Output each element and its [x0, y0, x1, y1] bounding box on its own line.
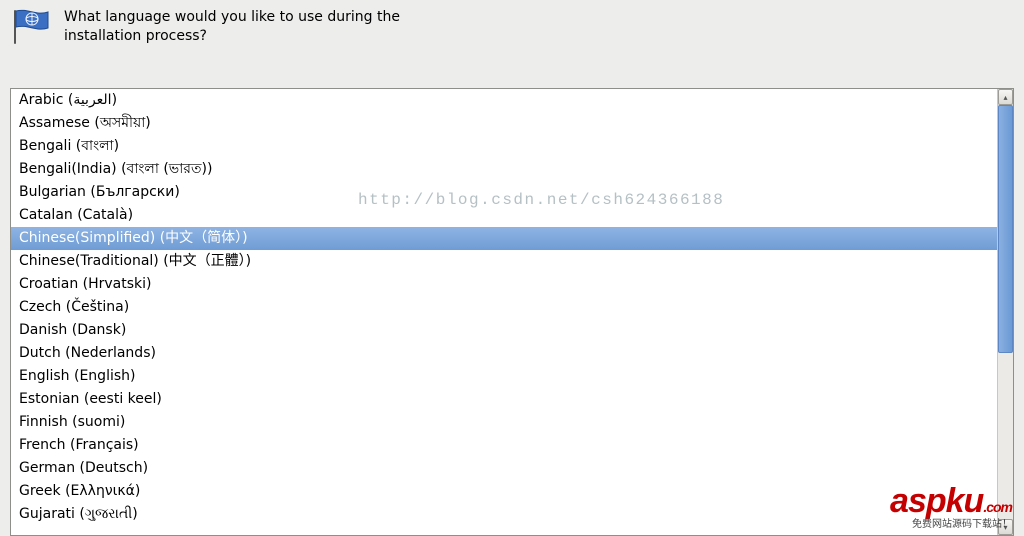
language-option[interactable]: English (English) — [11, 365, 997, 388]
language-question-text: What language would you like to use duri… — [64, 6, 404, 46]
scroll-down-button[interactable]: ▾ — [998, 519, 1013, 535]
language-option[interactable]: French (Français) — [11, 434, 997, 457]
language-option[interactable]: Bengali(India) (বাংলা (ভারত)) — [11, 158, 997, 181]
language-option[interactable]: Danish (Dansk) — [11, 319, 997, 342]
language-option[interactable]: Gujarati (ગુજરાતી) — [11, 503, 997, 526]
language-option[interactable]: Estonian (eesti keel) — [11, 388, 997, 411]
language-list-viewport[interactable]: Arabic (العربية)Assamese (অসমীয়া)Bengal… — [11, 89, 997, 535]
language-option[interactable]: Chinese(Traditional) (中文（正體）) — [11, 250, 997, 273]
installer-header: What language would you like to use duri… — [0, 0, 1024, 58]
language-list-frame: Arabic (العربية)Assamese (অসমীয়া)Bengal… — [10, 88, 1014, 536]
language-option[interactable]: Dutch (Nederlands) — [11, 342, 997, 365]
scroll-thumb[interactable] — [998, 105, 1013, 353]
language-option[interactable]: Croatian (Hrvatski) — [11, 273, 997, 296]
language-option[interactable]: Czech (Čeština) — [11, 296, 997, 319]
scroll-track[interactable] — [998, 105, 1013, 519]
language-option[interactable]: Arabic (العربية) — [11, 89, 997, 112]
language-list: Arabic (العربية)Assamese (অসমীয়া)Bengal… — [11, 89, 997, 526]
language-option[interactable]: Finnish (suomi) — [11, 411, 997, 434]
language-option[interactable]: Assamese (অসমীয়া) — [11, 112, 997, 135]
vertical-scrollbar[interactable]: ▴ ▾ — [997, 89, 1013, 535]
language-option[interactable]: Bengali (বাংলা) — [11, 135, 997, 158]
language-option[interactable]: Catalan (Català) — [11, 204, 997, 227]
language-option[interactable]: Chinese(Simplified) (中文（简体）) — [11, 227, 997, 250]
scroll-up-button[interactable]: ▴ — [998, 89, 1013, 105]
language-flag-icon — [8, 6, 52, 46]
language-option[interactable]: Bulgarian (Български) — [11, 181, 997, 204]
language-option[interactable]: Greek (Ελληνικά) — [11, 480, 997, 503]
language-option[interactable]: German (Deutsch) — [11, 457, 997, 480]
